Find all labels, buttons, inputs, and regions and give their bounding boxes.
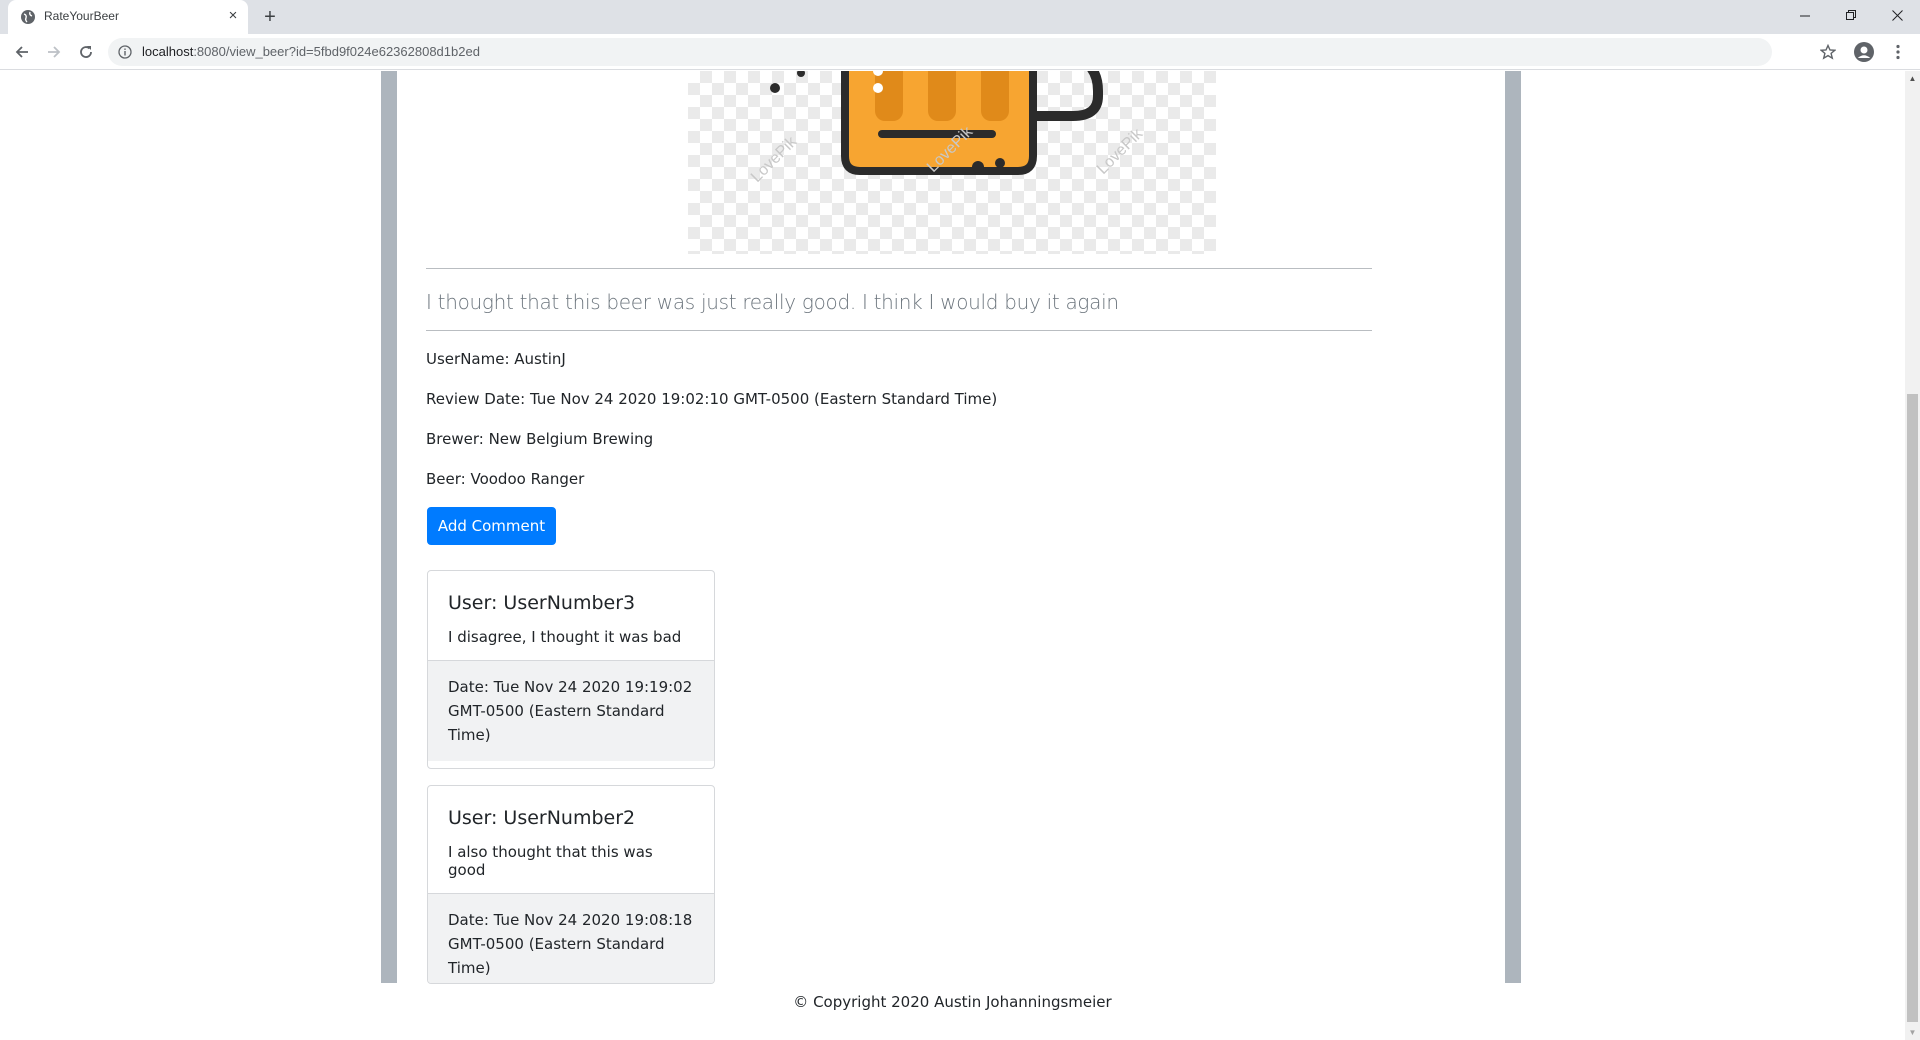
page-viewport: LovePik LovePik LovePik I thought that t… xyxy=(0,71,1905,1040)
review-brewer: Brewer: New Belgium Brewing xyxy=(426,430,654,448)
close-window-icon[interactable] xyxy=(1874,0,1920,30)
comment-card-body: User: UserNumber2 I also thought that th… xyxy=(428,786,714,893)
url-text[interactable]: localhost:8080/view_beer?id=5fbd9f024e62… xyxy=(142,44,480,59)
comment-card: User: UserNumber3 I disagree, I thought … xyxy=(427,570,715,769)
add-comment-button[interactable]: Add Comment xyxy=(427,507,556,545)
minimize-icon[interactable] xyxy=(1782,0,1828,30)
comment-date: Date: Tue Nov 24 2020 19:08:18 GMT-0500 … xyxy=(428,893,714,983)
content-border-right xyxy=(1505,71,1521,983)
divider-bottom xyxy=(426,330,1372,331)
footer-copyright: © Copyright 2020 Austin Johanningsmeier xyxy=(793,993,1112,1011)
divider-top xyxy=(426,268,1372,269)
reload-icon[interactable] xyxy=(74,40,98,64)
address-bar[interactable]: localhost:8080/view_beer?id=5fbd9f024e62… xyxy=(108,38,1772,66)
scroll-down-arrow-icon[interactable]: ▼ xyxy=(1905,1025,1920,1040)
bookmark-star-icon[interactable] xyxy=(1816,40,1840,64)
url-host: localhost xyxy=(142,44,194,59)
restore-icon[interactable] xyxy=(1828,0,1874,30)
url-path: :8080/view_beer?id=5fbd9f024e62362808d1b… xyxy=(193,44,480,59)
comment-text: I disagree, I thought it was bad xyxy=(448,628,682,646)
browser-tab-bar: RateYourBeer × + xyxy=(0,0,1920,34)
review-text: I thought that this beer was just really… xyxy=(426,290,1119,314)
tab-title: RateYourBeer xyxy=(44,9,119,23)
close-tab-icon[interactable]: × xyxy=(224,7,242,25)
browser-toolbar: localhost:8080/view_beer?id=5fbd9f024e62… xyxy=(0,34,1920,70)
info-icon[interactable] xyxy=(118,45,132,59)
beer-image: LovePik LovePik LovePik xyxy=(688,71,1216,254)
new-tab-icon[interactable]: + xyxy=(258,5,282,29)
profile-avatar-icon[interactable] xyxy=(1852,40,1876,64)
review-date: Review Date: Tue Nov 24 2020 19:02:10 GM… xyxy=(426,390,998,408)
back-icon[interactable] xyxy=(10,40,34,64)
comment-card: User: UserNumber2 I also thought that th… xyxy=(427,785,715,984)
browser-tab[interactable]: RateYourBeer × xyxy=(8,0,248,34)
kebab-menu-icon[interactable] xyxy=(1886,40,1910,64)
review-username: UserName: AustinJ xyxy=(426,350,566,368)
review-beer: Beer: Voodoo Ranger xyxy=(426,470,585,488)
comment-user: User: UserNumber3 xyxy=(448,592,636,614)
page-scrollbar[interactable]: ▲ ▼ xyxy=(1905,71,1920,1040)
comment-user: User: UserNumber2 xyxy=(448,807,636,829)
comment-card-body: User: UserNumber3 I disagree, I thought … xyxy=(428,571,714,660)
scrollbar-thumb[interactable] xyxy=(1907,394,1918,1022)
forward-icon[interactable] xyxy=(42,40,66,64)
globe-icon xyxy=(21,10,35,24)
scroll-up-arrow-icon[interactable]: ▲ xyxy=(1905,71,1920,86)
comment-date: Date: Tue Nov 24 2020 19:19:02 GMT-0500 … xyxy=(428,660,714,761)
comment-text: I also thought that this was good xyxy=(448,843,653,879)
content-border-left xyxy=(381,71,397,983)
